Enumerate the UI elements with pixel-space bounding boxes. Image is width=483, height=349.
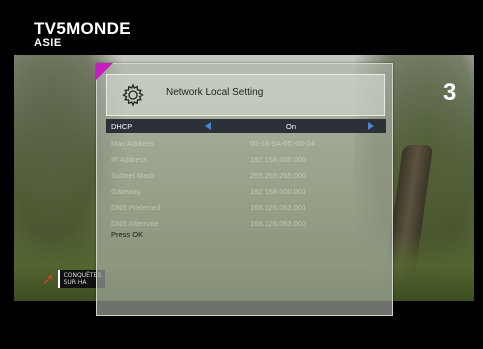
setting-label: DHCP: [111, 122, 133, 131]
setting-value: 255.255.255.000: [250, 171, 307, 180]
dialog-title: Network Local Setting: [166, 87, 264, 98]
channel-3-logo: 3: [443, 79, 456, 106]
channel-region: ASIE: [34, 37, 62, 49]
channel-logo: TV5MONDE ASIE: [34, 20, 131, 49]
setting-value: 168.126.063.002: [250, 219, 307, 228]
setting-row-dhcp[interactable]: DHCP On: [106, 119, 386, 133]
bug-line2: SUR: [63, 279, 76, 286]
setting-row-ip-address[interactable]: IP Address 192.168.000.005: [106, 151, 386, 167]
setting-row-dns-alternate[interactable]: DNS Alternate 168.126.063.002: [106, 215, 386, 231]
bug-arrow-icon: ➚: [42, 269, 55, 288]
channel-3-text: 3: [443, 79, 456, 106]
setting-row-mac-address[interactable]: Mac Address 00-18-9A-0C-00-24: [106, 135, 386, 151]
arrow-left-icon[interactable]: [205, 122, 211, 130]
setting-value: 00-18-9A-0C-00-24: [250, 139, 315, 148]
setting-label: Gateway: [111, 187, 141, 196]
dialog-header: Network Local Setting: [106, 74, 385, 116]
arrow-right-icon[interactable]: [368, 122, 374, 130]
setting-value: 192.168.000.005: [250, 155, 307, 164]
setting-value: 168.126.063.001: [250, 203, 307, 212]
press-ok-hint: Press OK: [111, 230, 144, 239]
setting-label: DNS Preferred: [111, 203, 161, 212]
bug-line3: HA: [77, 279, 87, 286]
setting-label: Subnet Mask: [111, 171, 155, 180]
setting-value: On: [286, 122, 297, 131]
setting-row-subnet-mask[interactable]: Subnet Mask 255.255.255.000: [106, 167, 386, 183]
settings-list: DHCP On Mac Address 00-18-9A-0C-00-24 IP…: [106, 119, 386, 231]
setting-value: 192.168.000.001: [250, 187, 307, 196]
network-settings-dialog: Network Local Setting DHCP On Mac Addres…: [96, 63, 393, 316]
setting-row-dns-preferred[interactable]: DNS Preferred 168.126.063.001: [106, 199, 386, 215]
channel-name: TV5MONDE: [34, 19, 131, 38]
setting-label: Mac Address: [111, 139, 155, 148]
setting-row-gateway[interactable]: Gateway 192.168.000.001: [106, 183, 386, 199]
gear-icon: [122, 83, 144, 107]
setting-label: DNS Alternate: [111, 219, 159, 228]
setting-label: IP Address: [111, 155, 148, 164]
